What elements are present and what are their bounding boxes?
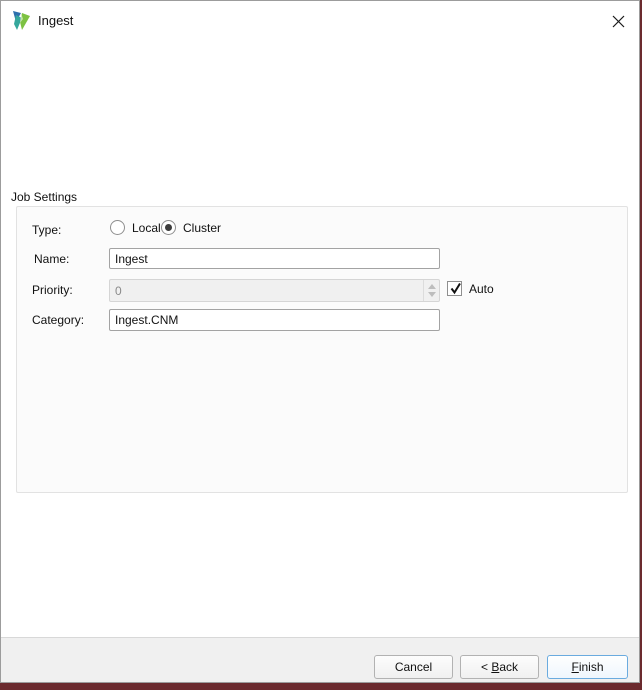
name-input[interactable] [109, 248, 440, 269]
cancel-button[interactable]: Cancel [374, 655, 453, 679]
spinner-up-icon [428, 284, 436, 289]
app-logo-icon [11, 10, 32, 31]
footer-bar: Cancel < Back Finish [1, 637, 639, 682]
type-radio-local[interactable]: Local [110, 220, 161, 235]
type-radio-local-label: Local [132, 221, 161, 235]
close-icon[interactable] [608, 11, 628, 31]
auto-checkbox[interactable] [447, 281, 462, 296]
priority-spinner [423, 280, 439, 301]
category-label: Category: [32, 313, 84, 327]
finish-button[interactable]: Finish [547, 655, 628, 679]
ingest-dialog: Ingest Job Settings Type: Local Cluster … [0, 0, 640, 683]
type-radio-cluster[interactable]: Cluster [161, 220, 221, 235]
back-button[interactable]: < Back [460, 655, 539, 679]
back-button-label: < Back [481, 660, 518, 674]
auto-checkbox-label: Auto [469, 282, 494, 296]
priority-label: Priority: [32, 283, 73, 297]
window-title: Ingest [38, 13, 73, 28]
category-input[interactable] [109, 309, 440, 331]
priority-spinbox [109, 279, 440, 302]
job-settings-group: Type: Local Cluster Name: Priority: [16, 206, 628, 493]
checkmark-icon [448, 281, 464, 297]
priority-input [110, 280, 422, 301]
name-label: Name: [34, 252, 69, 266]
cancel-button-label: Cancel [395, 660, 432, 674]
type-radio-cluster-label: Cluster [183, 221, 221, 235]
radio-unchecked-icon [110, 220, 125, 235]
job-settings-section-label: Job Settings [11, 190, 77, 204]
type-label: Type: [32, 223, 61, 237]
auto-checkbox-row[interactable]: Auto [447, 281, 494, 296]
radio-checked-icon [161, 220, 176, 235]
title-bar[interactable]: Ingest [1, 1, 639, 41]
spinner-down-icon [428, 292, 436, 297]
finish-button-label: Finish [571, 660, 603, 674]
